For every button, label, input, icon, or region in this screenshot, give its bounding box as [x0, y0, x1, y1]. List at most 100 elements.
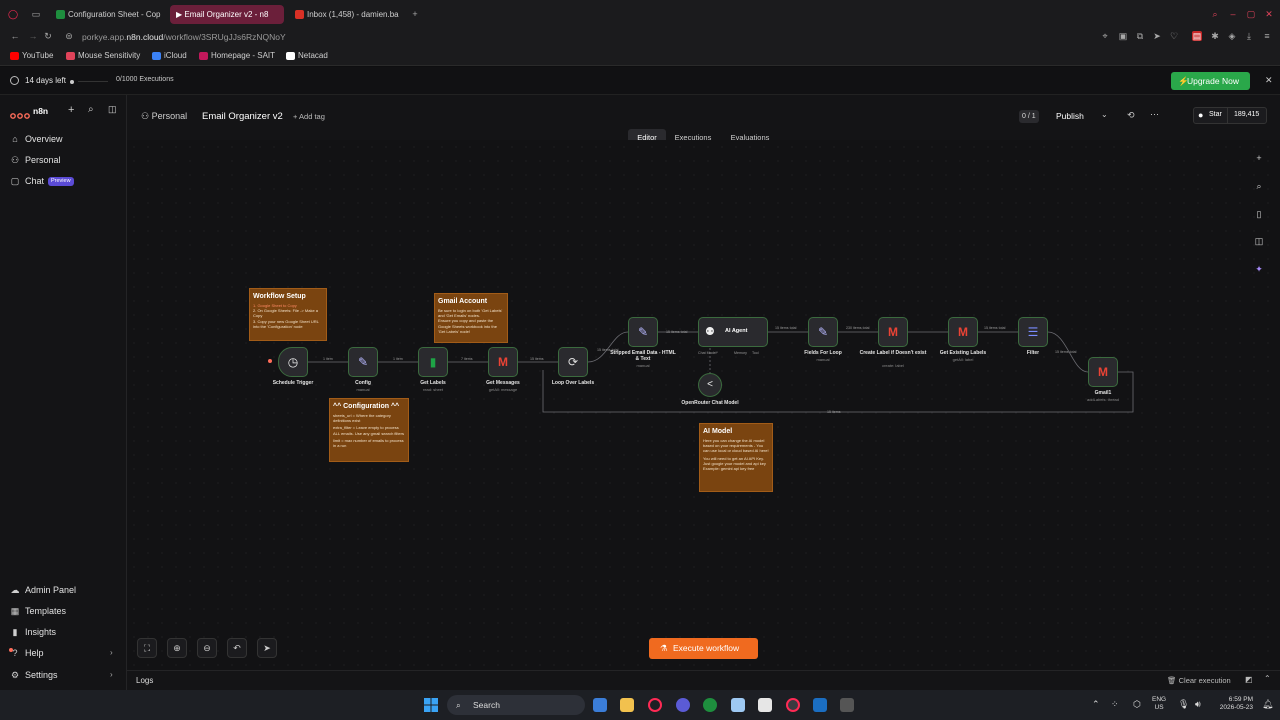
language-indicator[interactable]: ENG US — [1152, 696, 1166, 712]
forward-icon[interactable]: → — [28, 31, 38, 41]
node-gmail1[interactable]: M — [1088, 357, 1118, 387]
notepad-icon[interactable] — [731, 698, 745, 712]
history-icon[interactable]: ⟲ — [1127, 110, 1135, 121]
minimize-icon[interactable]: – — [1228, 9, 1238, 19]
tray-app-icon[interactable]: ⁘ — [1111, 699, 1119, 710]
opera-gx-icon[interactable] — [786, 698, 800, 712]
sidebar-item-insights[interactable]: ▮ Insights — [0, 622, 127, 642]
node-ai-agent[interactable]: ⚉ AI Agent — [698, 317, 768, 347]
opera-logo-icon[interactable]: ◯ — [8, 9, 18, 19]
node-fields-for-loop[interactable]: ✎ — [808, 317, 838, 347]
expand-icon[interactable]: ⌃ — [1264, 674, 1271, 683]
ai-assistant-icon[interactable]: ✦ — [1250, 260, 1268, 278]
node-config[interactable]: ✎ — [348, 347, 378, 377]
tab-configuration-sheet[interactable]: Configuration Sheet - Cop — [52, 5, 164, 24]
zoom-in-button[interactable]: ⊕ — [167, 638, 187, 658]
workspaces-icon[interactable]: ▭ — [31, 9, 41, 19]
execute-workflow-button[interactable]: ⚗ Execute workflow — [649, 638, 758, 659]
note-ai-model[interactable]: AI Model Here you can change the AI mode… — [699, 423, 773, 492]
breadcrumb[interactable]: ⚇ Personal — [141, 111, 187, 122]
clock[interactable]: 6:59 PM 2026-05-23 — [1211, 696, 1253, 712]
collapse-sidebar-icon[interactable]: ◫ — [108, 104, 117, 115]
back-icon[interactable]: ← — [10, 31, 20, 41]
bookmark-netacad[interactable]: Netacad — [286, 50, 328, 62]
chevron-down-icon[interactable]: ⌄ — [1101, 110, 1108, 119]
sidebar-item-admin-panel[interactable]: ☁ Admin Panel — [0, 580, 127, 600]
bookmark-youtube[interactable]: YouTube — [10, 50, 53, 62]
steam-icon[interactable] — [813, 698, 827, 712]
site-info-icon[interactable]: ⊜ — [64, 31, 74, 41]
github-star-button[interactable]: ● Star 189,415 — [1193, 107, 1267, 124]
sidebar-item-chat[interactable]: ▢ Chat Preview — [0, 171, 127, 191]
add-icon[interactable]: + — [68, 104, 74, 116]
search-nodes-icon[interactable]: ⌕ — [1250, 177, 1268, 195]
paw-app-icon[interactable] — [840, 698, 854, 712]
logs-label[interactable]: Logs — [136, 676, 153, 685]
workflow-canvas[interactable]: Workflow Setup 1. Google Sheet to Copy 2… — [127, 140, 1280, 670]
note-configuration[interactable]: ^^ Configuration ^^ sheets_url = Where t… — [329, 398, 409, 462]
node-create-label[interactable]: M — [878, 317, 908, 347]
tidy-up-button[interactable]: ➤ — [257, 638, 277, 658]
undo-button[interactable]: ↶ — [227, 638, 247, 658]
tab-email-organizer[interactable]: ▶ Email Organizer v2 - n8 — [170, 5, 284, 24]
windows-start-icon[interactable] — [424, 698, 438, 712]
node-stripped-email-data[interactable]: ✎ — [628, 317, 658, 347]
camera-icon[interactable]: ▣ — [1118, 31, 1128, 41]
zoom-out-button[interactable]: ⊖ — [197, 638, 217, 658]
new-tab-icon[interactable]: + — [410, 9, 420, 19]
reload-icon[interactable]: ↻ — [43, 31, 53, 41]
add-tag-button[interactable]: + Add tag — [293, 112, 325, 121]
bookmark-mouse-sensitivity[interactable]: Mouse Sensitivity — [66, 50, 140, 62]
upgrade-now-button[interactable]: ⚡ Upgrade Now — [1171, 72, 1250, 90]
sticky-note-icon[interactable]: ▯ — [1250, 205, 1268, 223]
bookmark-sait[interactable]: Homepage - SAIT — [199, 50, 275, 62]
tabs-icon[interactable]: ⧉ — [1135, 31, 1145, 41]
node-loop-over-labels[interactable]: ⟳ — [558, 347, 588, 377]
close-window-icon[interactable]: ✕ — [1264, 9, 1274, 19]
note-gmail-account[interactable]: Gmail Account Be sure to login on both '… — [434, 293, 508, 343]
node-get-existing-labels[interactable]: M — [948, 317, 978, 347]
sidebar-item-templates[interactable]: ▦ Templates — [0, 601, 127, 621]
search-tabs-icon[interactable]: ⌕ — [1210, 9, 1220, 19]
add-node-icon[interactable]: + — [1250, 149, 1268, 167]
close-icon[interactable]: ✕ — [1265, 75, 1273, 86]
shield-icon[interactable]: ◈ — [1227, 31, 1237, 41]
extensions-icon[interactable]: ✱ — [1210, 31, 1220, 41]
microphone-icon[interactable]: 🎙︎ — [1178, 699, 1189, 710]
bookmark-icloud[interactable]: iCloud — [152, 50, 187, 62]
tray-app2-icon[interactable]: ⬡ — [1133, 699, 1141, 710]
panel-icon[interactable]: ◫ — [1250, 232, 1268, 250]
search-icon[interactable]: ⌕ — [88, 104, 94, 115]
pin-icon[interactable]: ⌖ — [1100, 31, 1110, 41]
sidebar-item-overview[interactable]: ⌂ Overview — [0, 129, 127, 149]
download-icon[interactable]: ⤓ — [1244, 31, 1254, 41]
node-openrouter-chat-model[interactable]: < — [698, 373, 722, 397]
xbox-icon[interactable] — [703, 698, 717, 712]
volume-icon[interactable]: 🔊︎ — [1195, 699, 1201, 710]
clear-execution-button[interactable]: 🗑︎ Clear execution — [1167, 676, 1231, 685]
opera-icon[interactable] — [648, 698, 662, 712]
extension-red-icon[interactable]: ▤ — [1192, 31, 1202, 41]
send-icon[interactable]: ➤ — [1152, 31, 1162, 41]
outlook-icon[interactable] — [593, 698, 607, 712]
node-get-labels[interactable]: ▮ — [418, 347, 448, 377]
tray-chevron-icon[interactable]: ⌃ — [1092, 699, 1100, 710]
app-icon[interactable] — [758, 698, 772, 712]
url-field[interactable]: porkye.app.n8n.cloud/workflow/3SRUgJJs6R… — [82, 30, 286, 44]
popout-icon[interactable]: ◩ — [1245, 675, 1253, 684]
node-get-messages[interactable]: M — [488, 347, 518, 377]
file-explorer-icon[interactable] — [620, 698, 634, 712]
menu-icon[interactable]: ≡ — [1262, 31, 1272, 41]
fit-view-button[interactable]: ⛶ — [137, 638, 157, 658]
node-schedule-trigger[interactable]: ◷ — [278, 347, 308, 377]
node-filter[interactable]: ☰ — [1018, 317, 1048, 347]
note-workflow-setup[interactable]: Workflow Setup 1. Google Sheet to Copy 2… — [249, 288, 327, 341]
logs-bar[interactable]: Logs 🗑︎ Clear execution ◩ ⌃ — [127, 670, 1280, 690]
more-options-icon[interactable]: ⋯ — [1150, 109, 1159, 120]
discord-icon[interactable] — [676, 698, 690, 712]
notifications-icon[interactable]: 🔔︎ — [1262, 699, 1273, 710]
tab-inbox[interactable]: Inbox (1,458) - damien.ba — [291, 5, 403, 24]
sidebar-item-settings[interactable]: ⚙ Settings › — [0, 665, 127, 685]
sidebar-item-help[interactable]: ? Help › — [0, 643, 127, 663]
maximize-icon[interactable]: ▢ — [1246, 9, 1256, 19]
